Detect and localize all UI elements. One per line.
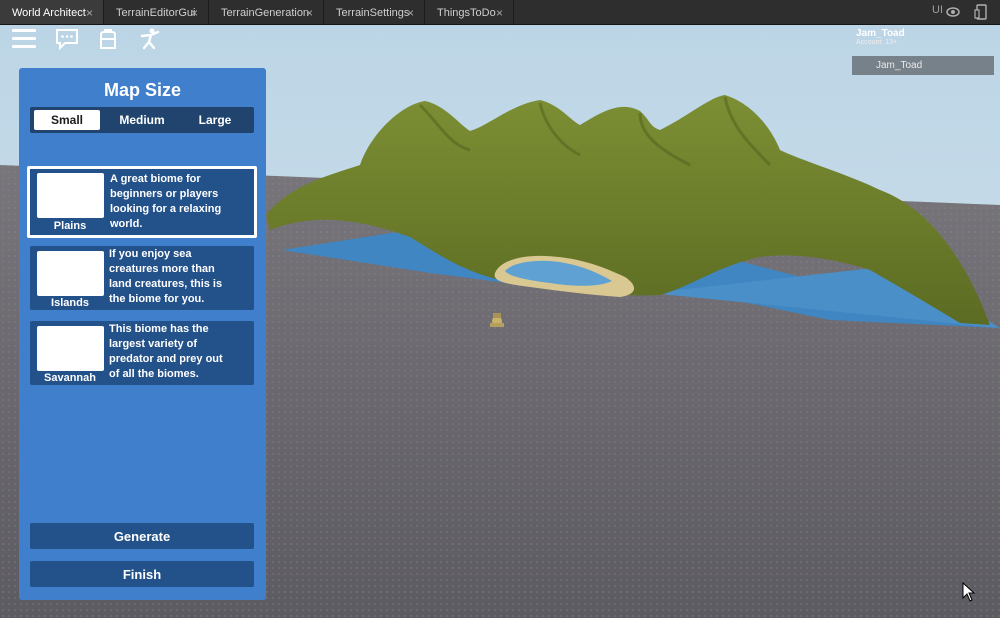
player-list-name: Jam_Toad bbox=[876, 60, 923, 71]
biome-name: Islands bbox=[51, 297, 89, 309]
biome-card-savannah[interactable]: Savannah This biome has the largest vari… bbox=[30, 321, 254, 385]
tab-label: ThingsToDo bbox=[437, 7, 496, 19]
finish-button[interactable]: Finish bbox=[30, 561, 254, 587]
biome-card-plains[interactable]: Plains A great biome for beginners or pl… bbox=[27, 166, 257, 238]
game-viewport[interactable]: Jam_Toad Account: 13+ Jam_Toad Map Size … bbox=[0, 25, 1000, 618]
biome-description: This biome has the largest variety of pr… bbox=[109, 323, 223, 380]
biome-thumbnail bbox=[37, 173, 104, 218]
tab-label: TerrainGeneration bbox=[221, 7, 310, 19]
size-small-button[interactable]: Small bbox=[34, 110, 100, 130]
tab-terrain-editor-gui[interactable]: TerrainEditorGui × bbox=[104, 0, 209, 24]
hamburger-menu-icon[interactable] bbox=[12, 29, 36, 49]
biome-thumbnail bbox=[37, 251, 104, 296]
size-medium-button[interactable]: Medium bbox=[109, 110, 175, 130]
biome-description: If you enjoy sea creatures more than lan… bbox=[109, 248, 223, 305]
emote-icon[interactable] bbox=[138, 27, 162, 51]
player-account-label: Account: 13+ bbox=[856, 39, 898, 46]
biome-card-islands[interactable]: Islands If you enjoy sea creatures more … bbox=[30, 246, 254, 310]
panel-title: Map Size bbox=[103, 80, 182, 100]
generate-button[interactable]: Generate bbox=[30, 523, 254, 549]
mouse-cursor-icon bbox=[962, 582, 976, 602]
biome-description: A great biome for beginners or players l… bbox=[110, 173, 222, 230]
size-large-button[interactable]: Large bbox=[182, 110, 248, 130]
eye-icon[interactable] bbox=[946, 6, 960, 18]
studio-tab-bar: World Architect × TerrainEditorGui × Ter… bbox=[0, 0, 1000, 25]
player-list-entry[interactable]: Jam_Toad bbox=[852, 56, 994, 75]
tab-close-icon[interactable]: × bbox=[496, 0, 503, 26]
map-size-selector: Small Medium Large bbox=[30, 107, 254, 133]
tab-close-icon[interactable]: × bbox=[407, 0, 414, 26]
tab-label: World Architect bbox=[12, 7, 86, 19]
tab-world-architect[interactable]: World Architect × bbox=[0, 0, 104, 24]
backpack-icon[interactable] bbox=[96, 27, 120, 51]
tab-things-to-do[interactable]: ThingsToDo × bbox=[425, 0, 514, 24]
tab-close-icon[interactable]: × bbox=[86, 0, 93, 26]
biome-name: Savannah bbox=[44, 372, 96, 384]
biome-thumbnail bbox=[37, 326, 104, 371]
chat-icon[interactable] bbox=[55, 27, 79, 51]
ui-toggle-label[interactable]: UI bbox=[932, 4, 943, 16]
player-info: Jam_Toad Account: 13+ bbox=[856, 28, 986, 46]
device-icon[interactable] bbox=[974, 4, 988, 20]
tab-terrain-generation[interactable]: TerrainGeneration × bbox=[209, 0, 324, 24]
tab-label: TerrainEditorGui bbox=[116, 7, 196, 19]
player-name: Jam_Toad bbox=[856, 28, 905, 39]
tab-close-icon[interactable]: × bbox=[191, 0, 198, 26]
biome-name: Plains bbox=[53, 220, 87, 232]
tab-label: TerrainSettings bbox=[336, 7, 410, 19]
tab-close-icon[interactable]: × bbox=[306, 0, 313, 26]
map-size-panel: Map Size Small Medium Large Plains A gre… bbox=[19, 68, 266, 600]
game-top-bar: Jam_Toad Account: 13+ bbox=[0, 25, 1000, 53]
tab-terrain-settings[interactable]: TerrainSettings × bbox=[324, 0, 425, 24]
